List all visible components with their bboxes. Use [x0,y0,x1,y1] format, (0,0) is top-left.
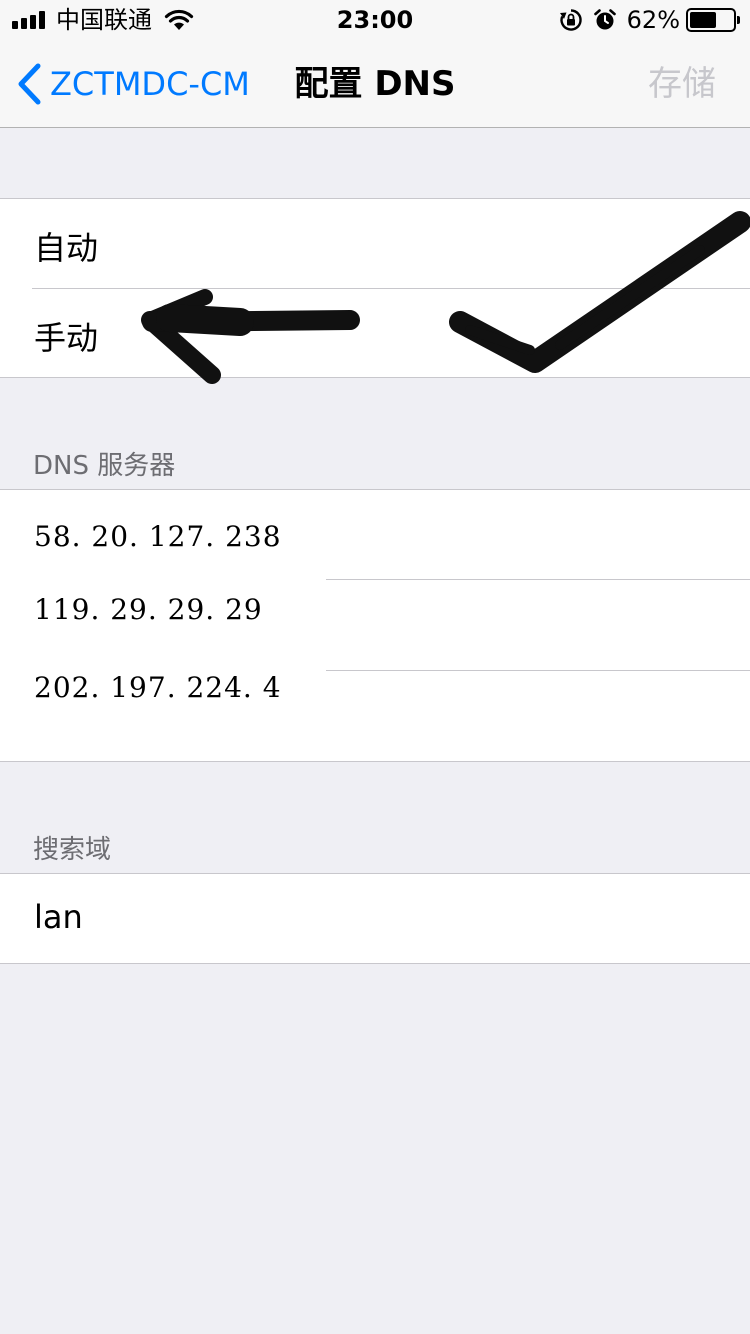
dns-server-row[interactable]: 58. 20. 127. 238 [0,490,750,579]
search-domain-section-header: 搜索域 [33,835,112,865]
option-manual-label: 手动 [34,319,99,357]
battery-fill [690,12,717,28]
save-button[interactable]: 存储 [648,62,716,106]
status-right: 62% [559,6,740,34]
alarm-icon [593,9,616,30]
dns-servers-group: 58. 20. 127. 238 119. 29. 29. 29 202. 19… [0,489,750,762]
battery-icon [686,8,740,32]
option-manual[interactable]: 手动 [0,289,750,378]
page-title: 配置 DNS [294,64,456,104]
battery-percent: 62% [626,6,680,34]
search-domain-value: lan [34,898,83,936]
config-mode-group: 自动 手动 [0,198,750,378]
rotation-lock-icon [559,9,582,31]
option-automatic-label: 自动 [34,229,99,267]
navigation-bar: ZCTMDC-CM 配置 DNS 存储 [0,40,750,128]
dns-server-value: 119. 29. 29. 29 [34,593,263,626]
dns-server-row[interactable]: 119. 29. 29. 29 [0,580,750,670]
search-domain-group: lan [0,873,750,964]
status-bar: 中国联通 23:00 62% [0,0,750,40]
dns-section-header: DNS 服务器 [33,451,176,481]
option-automatic[interactable]: 自动 [0,199,750,288]
dns-server-row[interactable]: 202. 197. 224. 4 [0,671,750,761]
dns-server-value: 202. 197. 224. 4 [34,671,282,704]
dns-server-value: 58. 20. 127. 238 [34,520,282,553]
search-domain-row[interactable]: lan [0,874,750,963]
